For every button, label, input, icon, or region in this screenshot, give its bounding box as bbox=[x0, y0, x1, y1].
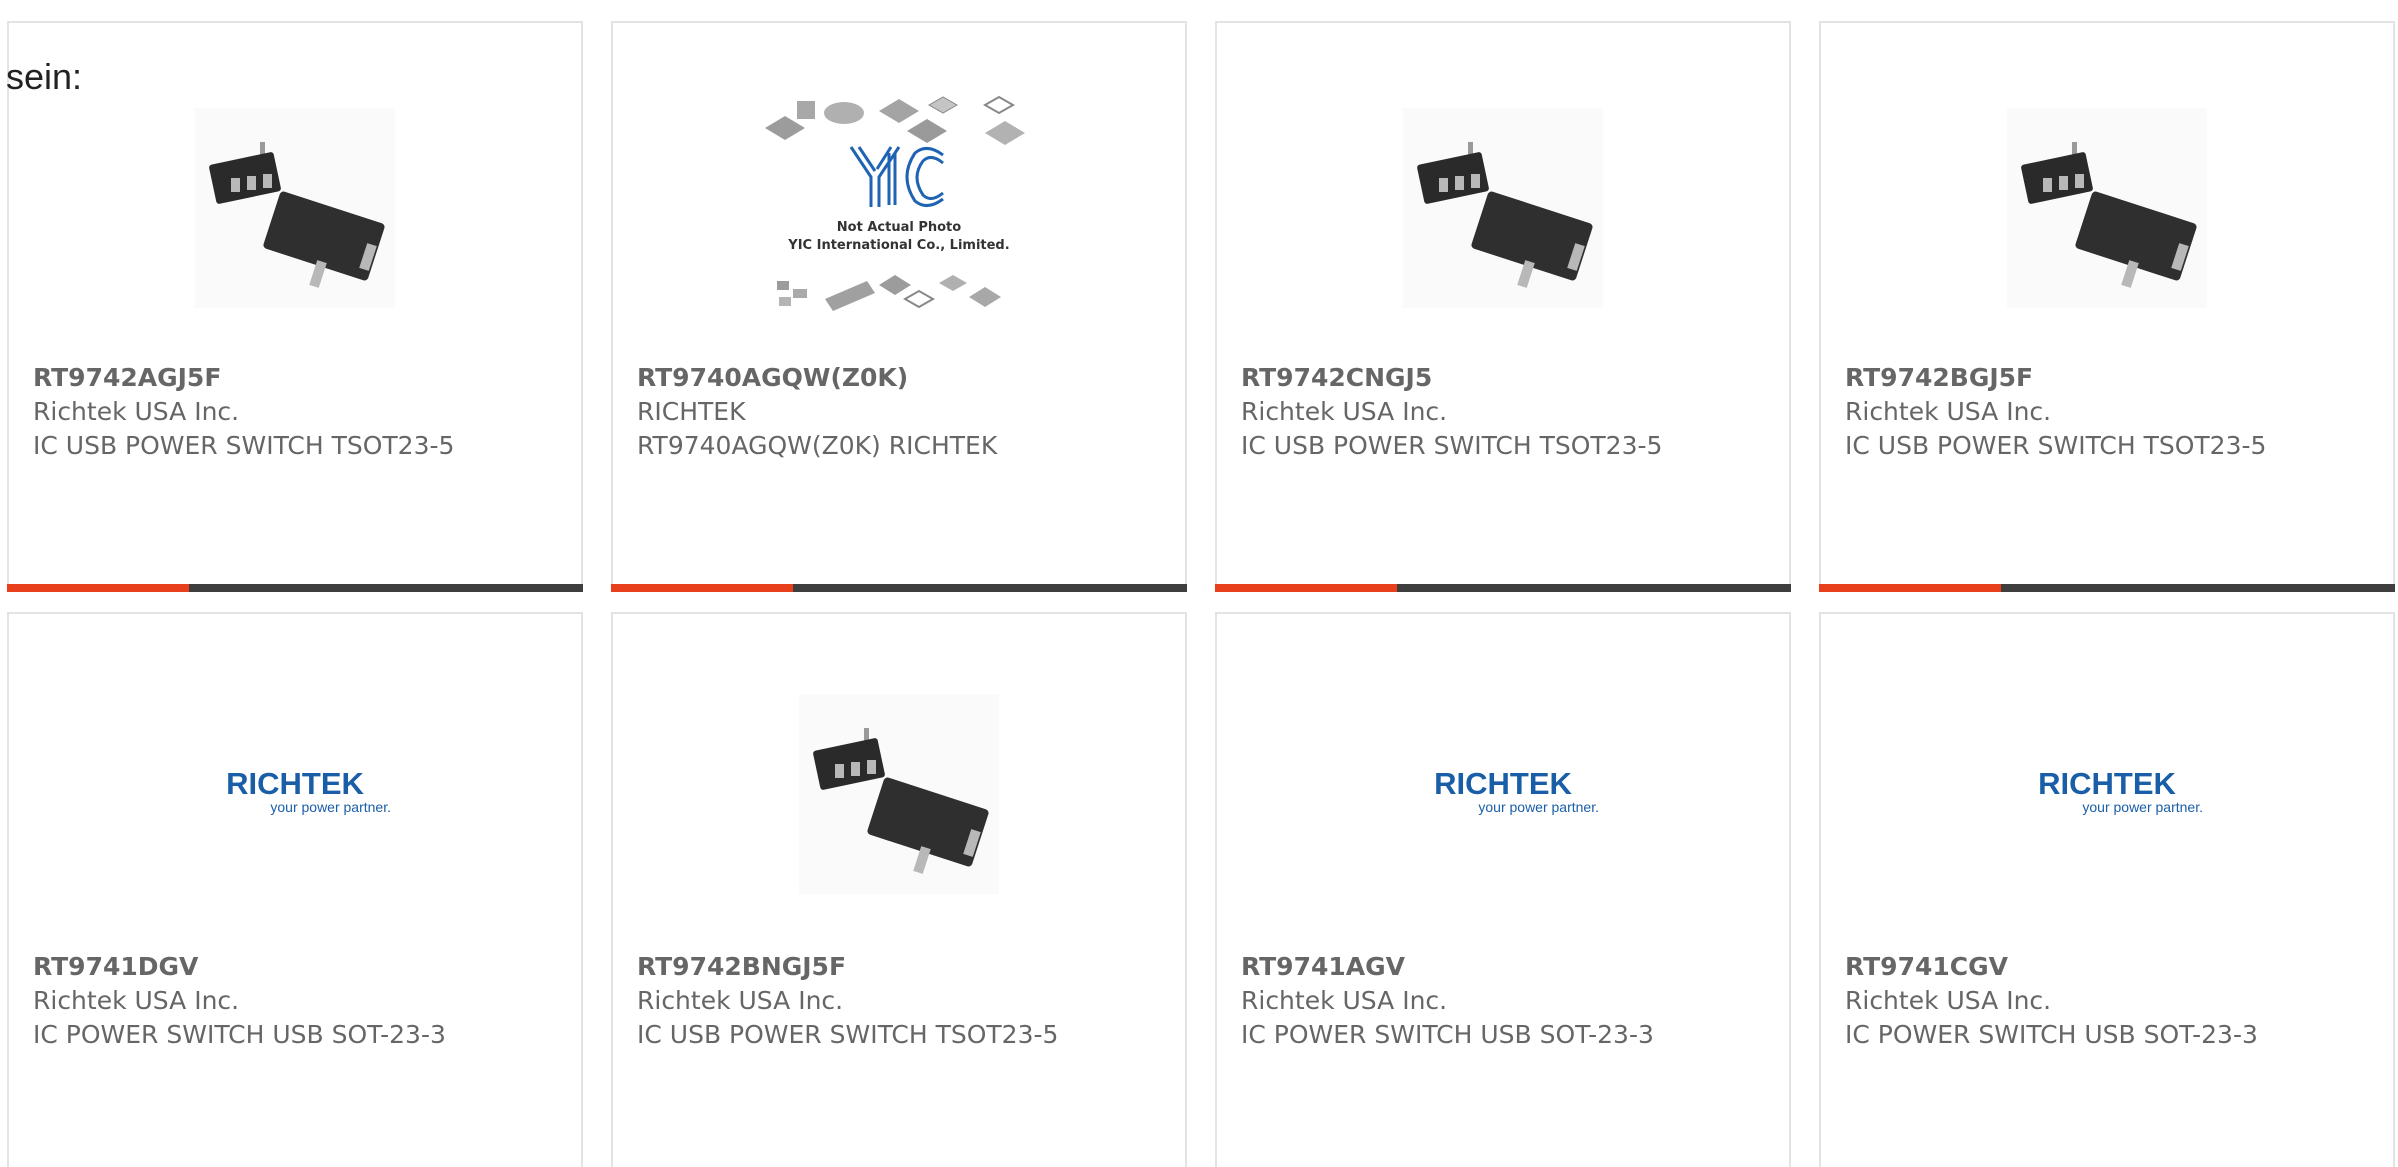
part-number[interactable]: RT9740AGQW(Z0K) bbox=[637, 361, 1077, 395]
card-accent bbox=[1819, 584, 2001, 592]
product-image[interactable] bbox=[1821, 83, 2393, 333]
description: IC POWER SWITCH USB SOT-23-3 bbox=[1845, 1020, 2258, 1049]
description: RT9740AGQW(Z0K) RICHTEK bbox=[637, 431, 998, 460]
placeholder-line-2: YIC International Co., Limited. bbox=[787, 238, 1009, 253]
product-image[interactable] bbox=[1217, 83, 1789, 333]
product-card[interactable]: RICHTEK your power partner. RT9741AGV Ri… bbox=[1215, 612, 1791, 1167]
part-number[interactable]: RT9742AGJ5F bbox=[33, 361, 473, 395]
part-number[interactable]: RT9741DGV bbox=[33, 950, 473, 984]
product-info: RT9740AGQW(Z0K) RICHTEK RT9740AGQW(Z0K) … bbox=[637, 361, 1077, 463]
card-bottom-bar bbox=[1819, 584, 2395, 592]
card-bottom-bar bbox=[611, 584, 1187, 592]
product-image[interactable]: RICHTEK your power partner. bbox=[1821, 664, 2393, 924]
part-number[interactable]: RT9742BNGJ5F bbox=[637, 950, 1077, 984]
logo-name: RICHTEK bbox=[226, 766, 364, 801]
logo-name: RICHTEK bbox=[2038, 766, 2176, 801]
manufacturer: Richtek USA Inc. bbox=[637, 986, 844, 1015]
richtek-logo: RICHTEK your power partner. bbox=[226, 766, 391, 815]
product-info: RT9742BNGJ5F Richtek USA Inc. IC USB POW… bbox=[637, 950, 1077, 1052]
product-info: RT9742BGJ5F Richtek USA Inc. IC USB POWE… bbox=[1845, 361, 2285, 463]
description: IC USB POWER SWITCH TSOT23-5 bbox=[1845, 431, 2267, 460]
card-accent bbox=[611, 584, 793, 592]
manufacturer: Richtek USA Inc. bbox=[33, 986, 240, 1015]
product-card[interactable]: RT9742BNGJ5F Richtek USA Inc. IC USB POW… bbox=[611, 612, 1187, 1167]
logo-tagline: your power partner. bbox=[2082, 799, 2203, 815]
part-number[interactable]: RT9741AGV bbox=[1241, 950, 1681, 984]
product-image[interactable] bbox=[613, 664, 1185, 924]
product-grid: sein: RT9742AGJ5F Richtek USA Inc. IC US… bbox=[0, 0, 2398, 1167]
card-bottom-bar bbox=[1215, 584, 1791, 592]
product-image[interactable]: RICHTEK your power partner. bbox=[9, 664, 581, 924]
manufacturer: Richtek USA Inc. bbox=[1241, 397, 1448, 426]
card-bottom-bar bbox=[7, 584, 583, 592]
product-info: RT9741CGV Richtek USA Inc. IC POWER SWIT… bbox=[1845, 950, 2285, 1052]
product-card[interactable]: RT9742CNGJ5 Richtek USA Inc. IC USB POWE… bbox=[1215, 21, 1791, 592]
part-number[interactable]: RT9742CNGJ5 bbox=[1241, 361, 1681, 395]
logo-tagline: your power partner. bbox=[270, 799, 391, 815]
description: IC USB POWER SWITCH TSOT23-5 bbox=[33, 431, 455, 460]
card-accent bbox=[1215, 584, 1397, 592]
product-info: RT9742AGJ5F Richtek USA Inc. IC USB POWE… bbox=[33, 361, 473, 463]
product-card[interactable]: RICHTEK your power partner. RT9741CGV Ri… bbox=[1819, 612, 2395, 1167]
placeholder-line-1: Not Actual Photo bbox=[837, 220, 961, 235]
manufacturer: Richtek USA Inc. bbox=[33, 397, 240, 426]
logo-name: RICHTEK bbox=[1434, 766, 1572, 801]
product-info: RT9741DGV Richtek USA Inc. IC POWER SWIT… bbox=[33, 950, 473, 1052]
description: IC USB POWER SWITCH TSOT23-5 bbox=[637, 1020, 1059, 1049]
product-card[interactable]: RICHTEK your power partner. RT9741DGV Ri… bbox=[7, 612, 583, 1167]
logo-tagline: your power partner. bbox=[1478, 799, 1599, 815]
sot23-5-package-icon bbox=[1403, 108, 1603, 308]
product-info: RT9741AGV Richtek USA Inc. IC POWER SWIT… bbox=[1241, 950, 1681, 1052]
richtek-logo: RICHTEK your power partner. bbox=[2038, 766, 2203, 815]
lead-text: sein: bbox=[6, 56, 83, 97]
sot23-5-package-icon bbox=[799, 694, 999, 894]
product-image[interactable]: Not Actual Photo YIC International Co., … bbox=[613, 83, 1185, 333]
card-accent bbox=[7, 584, 189, 592]
manufacturer: Richtek USA Inc. bbox=[1241, 986, 1448, 1015]
description: IC USB POWER SWITCH TSOT23-5 bbox=[1241, 431, 1663, 460]
description: IC POWER SWITCH USB SOT-23-3 bbox=[1241, 1020, 1654, 1049]
richtek-logo: RICHTEK your power partner. bbox=[1434, 766, 1599, 815]
product-card[interactable]: RT9742AGJ5F Richtek USA Inc. IC USB POWE… bbox=[7, 21, 583, 592]
product-image[interactable]: RICHTEK your power partner. bbox=[1217, 664, 1789, 924]
part-number[interactable]: RT9741CGV bbox=[1845, 950, 2285, 984]
manufacturer: Richtek USA Inc. bbox=[1845, 986, 2052, 1015]
description: IC POWER SWITCH USB SOT-23-3 bbox=[33, 1020, 446, 1049]
product-card[interactable]: Not Actual Photo YIC International Co., … bbox=[611, 21, 1187, 592]
sot23-5-package-icon bbox=[195, 108, 395, 308]
manufacturer: Richtek USA Inc. bbox=[1845, 397, 2052, 426]
not-actual-photo-placeholder: Not Actual Photo YIC International Co., … bbox=[759, 83, 1039, 333]
sot23-5-package-icon bbox=[2007, 108, 2207, 308]
product-card[interactable]: RT9742BGJ5F Richtek USA Inc. IC USB POWE… bbox=[1819, 21, 2395, 592]
manufacturer: RICHTEK bbox=[637, 397, 746, 426]
product-image[interactable] bbox=[9, 83, 581, 333]
part-number[interactable]: RT9742BGJ5F bbox=[1845, 361, 2285, 395]
product-info: RT9742CNGJ5 Richtek USA Inc. IC USB POWE… bbox=[1241, 361, 1681, 463]
